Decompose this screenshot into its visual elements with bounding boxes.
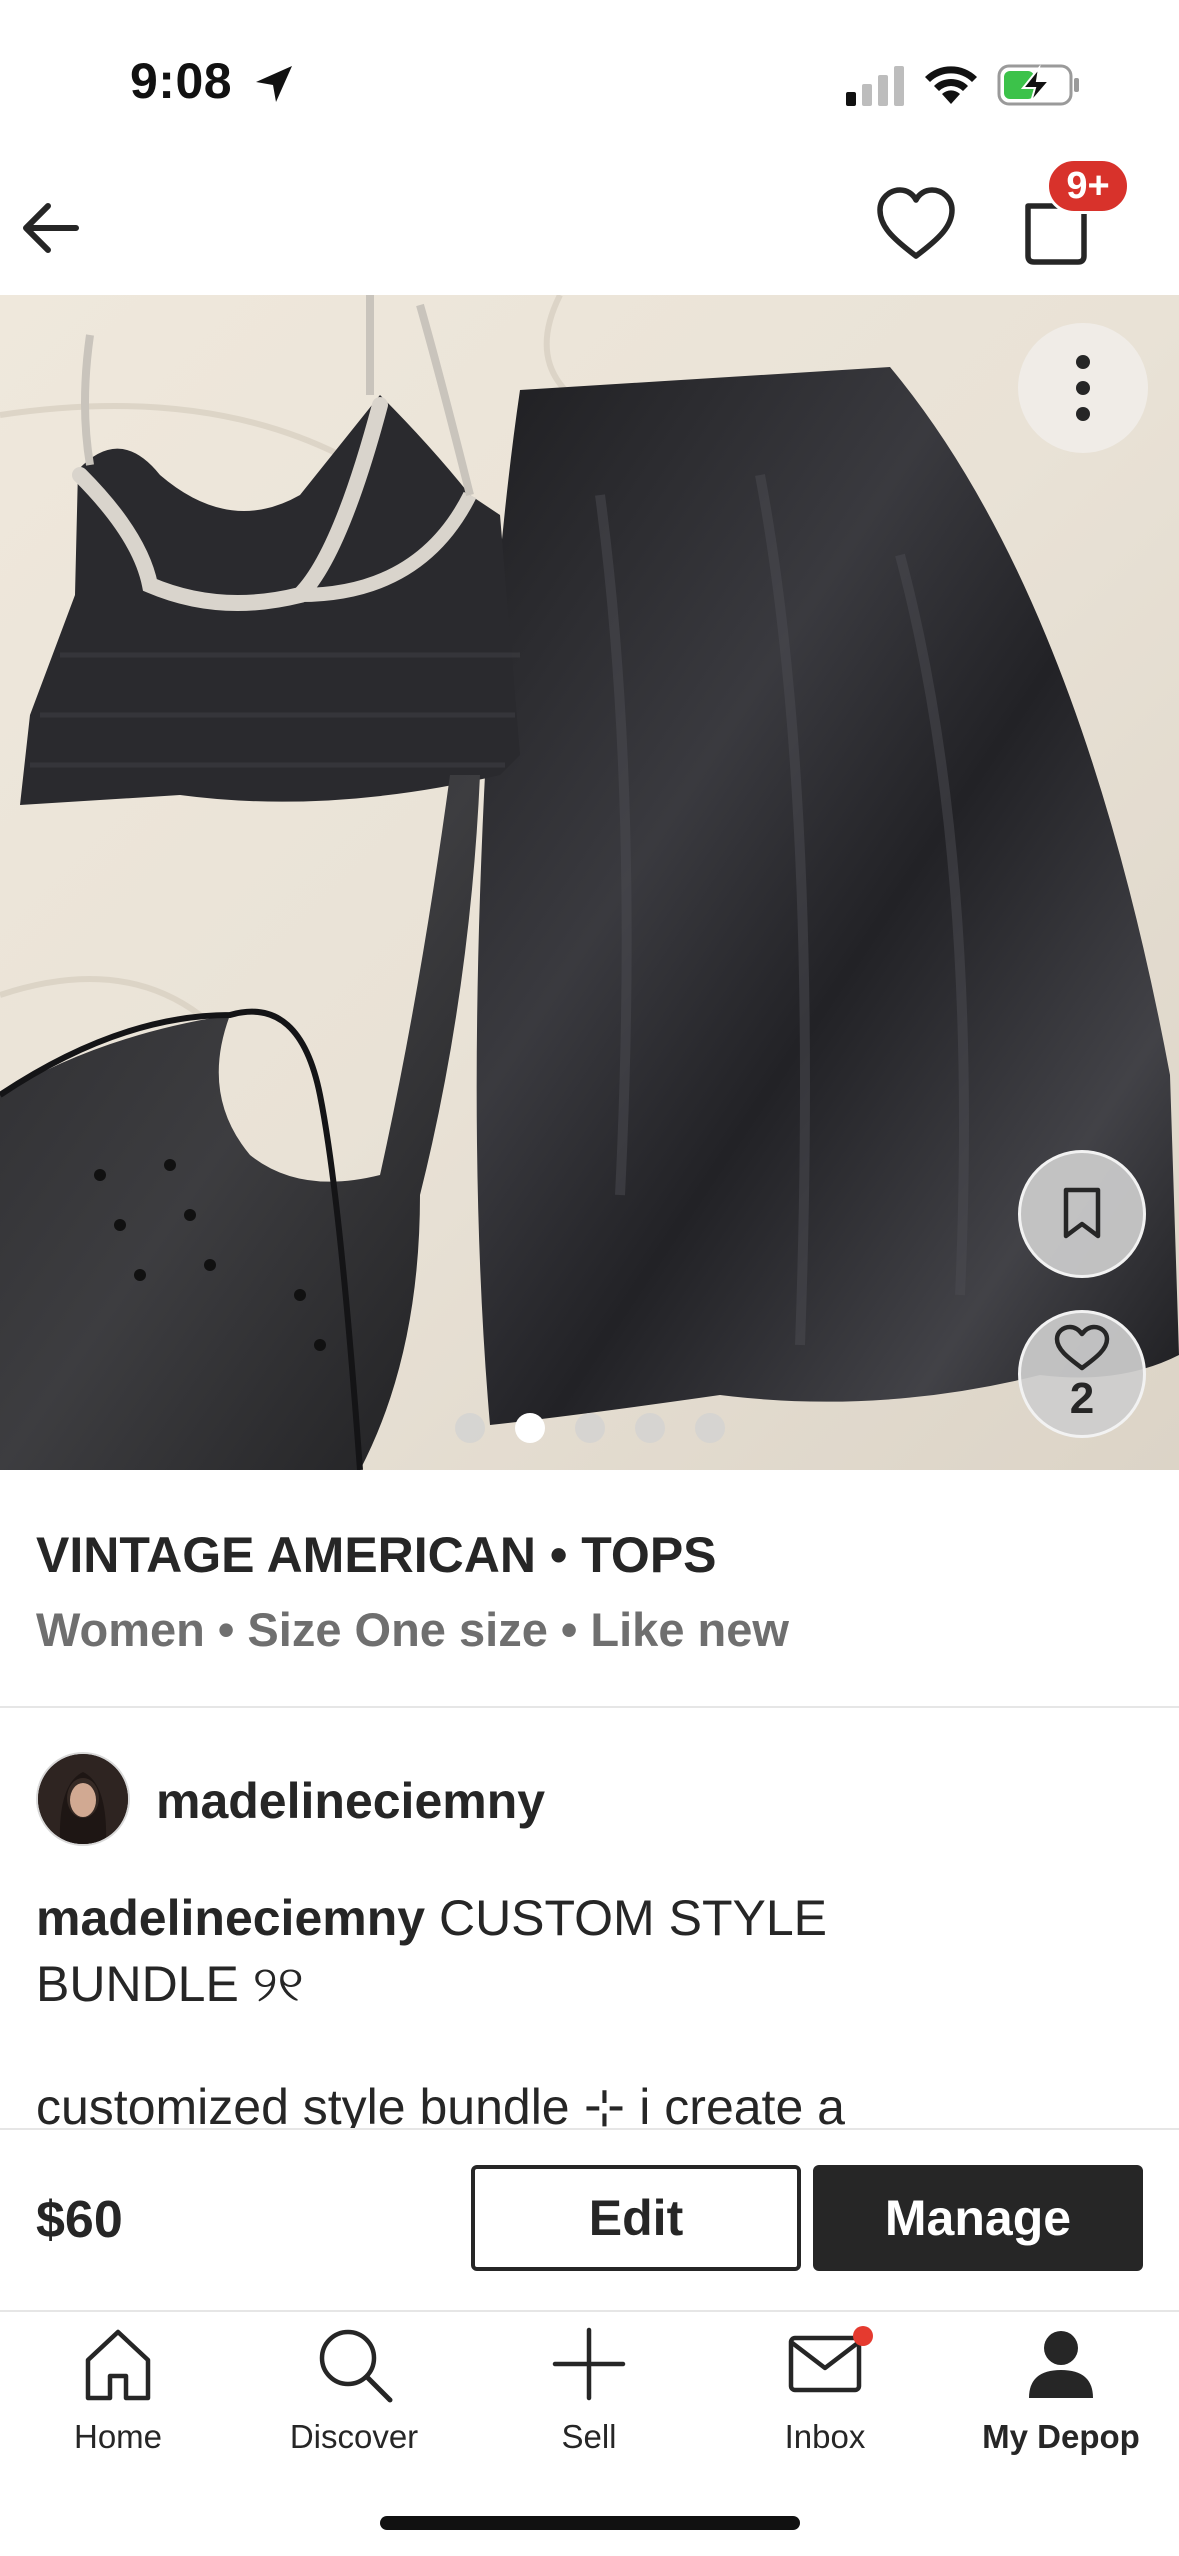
tab-sell[interactable]: Sell <box>471 2322 707 2462</box>
tab-discover[interactable]: Discover <box>236 2322 472 2462</box>
image-pagination-dots <box>455 1413 725 1443</box>
favorite-button[interactable] <box>872 180 960 268</box>
divider <box>0 1706 1179 1708</box>
like-count: 2 <box>1069 1374 1095 1423</box>
bag-count-badge: 9+ <box>1046 158 1130 214</box>
heart-icon <box>1054 1324 1110 1371</box>
tab-discover-label: Discover <box>289 2418 419 2455</box>
pagination-dot[interactable] <box>695 1413 725 1443</box>
product-photo-illustration <box>0 295 1179 1470</box>
tab-home[interactable]: Home <box>0 2322 236 2462</box>
plus-icon <box>552 2327 626 2401</box>
back-button[interactable] <box>14 190 90 266</box>
seller-avatar[interactable] <box>36 1752 130 1846</box>
save-button[interactable] <box>1018 1150 1146 1278</box>
pagination-dot[interactable] <box>575 1413 605 1443</box>
edit-button[interactable]: Edit <box>471 2165 801 2271</box>
bookmark-icon <box>1063 1187 1101 1239</box>
tab-home-label: Home <box>73 2418 163 2455</box>
description-author[interactable]: madelineciemny <box>36 1890 425 1946</box>
user-icon <box>1029 2331 1093 2398</box>
pagination-dot-active[interactable] <box>515 1413 545 1443</box>
product-meta: Women • Size One size • Like new <box>36 1603 789 1656</box>
wifi-icon <box>925 66 977 104</box>
item-description: madelineciemny CUSTOM STYLE BUNDLE ୨୧ <box>36 1885 1136 2017</box>
like-button[interactable]: 2 <box>1018 1310 1146 1438</box>
pagination-dot[interactable] <box>455 1413 485 1443</box>
more-vertical-icon <box>1076 355 1090 421</box>
product-photo[interactable] <box>0 295 1179 1470</box>
home-indicator <box>380 2516 800 2530</box>
pagination-dot[interactable] <box>635 1413 665 1443</box>
location-arrow-icon <box>256 66 292 102</box>
inbox-unread-dot <box>853 2326 873 2346</box>
tab-inbox[interactable]: Inbox <box>707 2322 943 2462</box>
more-options-button[interactable] <box>1018 323 1148 453</box>
search-icon <box>319 2329 393 2403</box>
tab-my-depop-label: My Depop <box>982 2418 1140 2455</box>
battery-charging-icon <box>997 64 1079 106</box>
tab-inbox-label: Inbox <box>784 2418 866 2455</box>
description-title-line2: BUNDLE ୨୧ <box>36 1956 304 2012</box>
brand-category[interactable]: VINTAGE AMERICAN • TOPS <box>36 1526 717 1584</box>
avatar-photo <box>38 1754 128 1844</box>
description-title-line1: CUSTOM STYLE <box>425 1890 827 1946</box>
tab-my-depop[interactable]: My Depop <box>943 2322 1179 2462</box>
home-icon <box>85 2329 151 2401</box>
tab-sell-label: Sell <box>561 2418 617 2455</box>
cellular-signal-icon <box>846 66 904 106</box>
seller-username[interactable]: madelineciemny <box>156 1772 545 1830</box>
price: $60 <box>36 2191 123 2249</box>
manage-button[interactable]: Manage <box>813 2165 1143 2271</box>
status-time: 9:08 <box>130 53 233 109</box>
